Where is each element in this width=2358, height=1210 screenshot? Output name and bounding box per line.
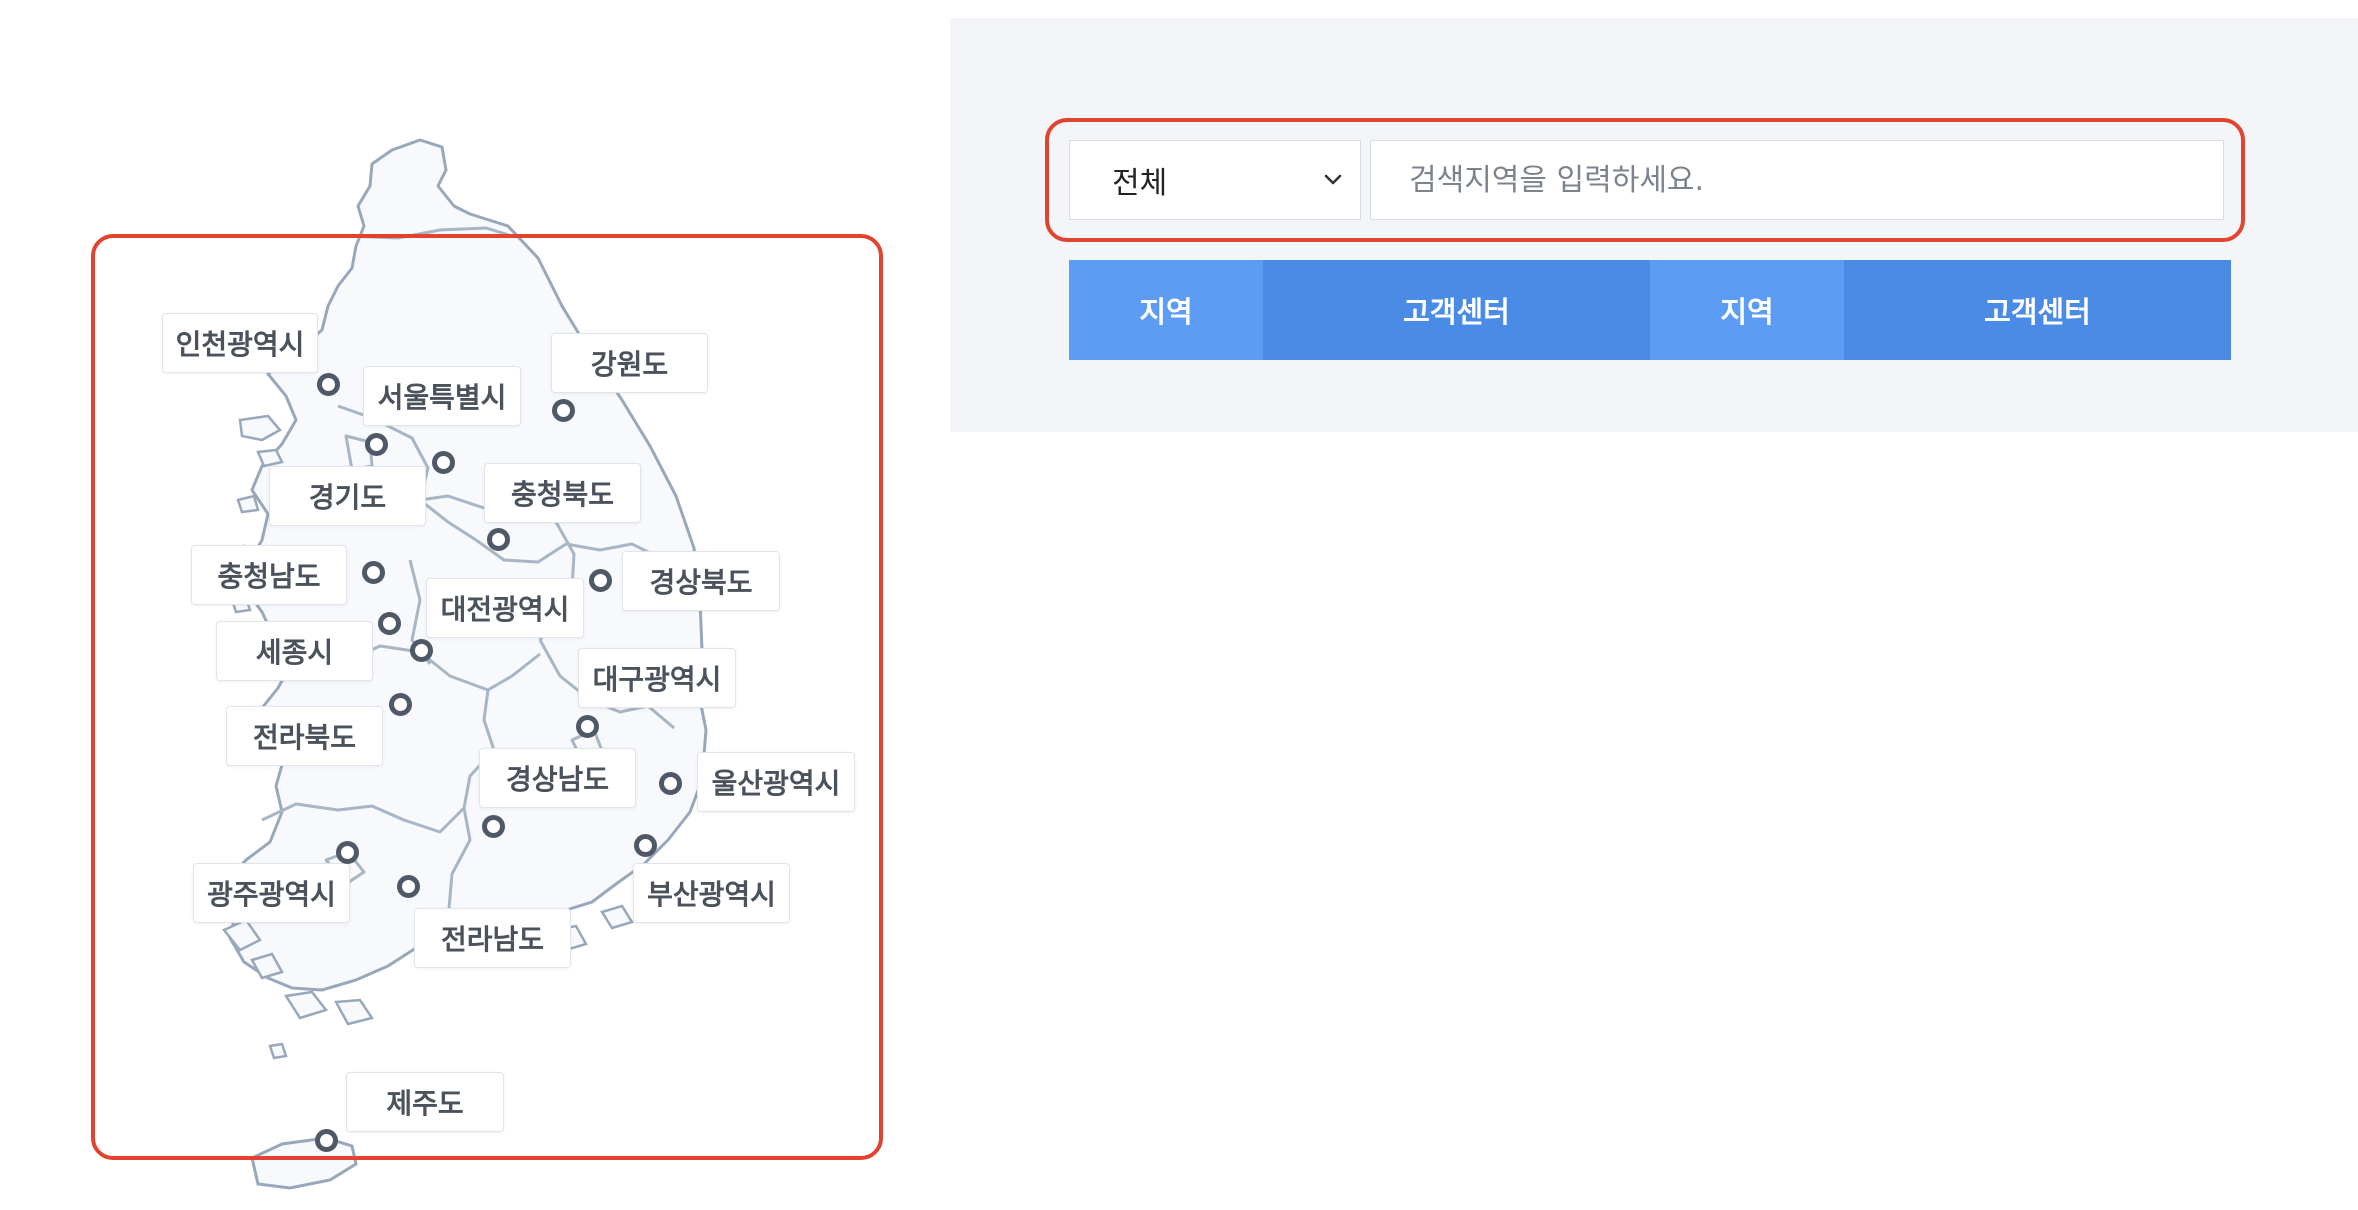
region-label-gyeonggi[interactable]: 경기도 bbox=[269, 466, 426, 526]
pin-gwangju-icon[interactable] bbox=[336, 841, 359, 864]
chevron-down-icon bbox=[1324, 174, 1342, 185]
region-label-gwangju[interactable]: 광주광역시 bbox=[193, 863, 350, 923]
region-select-value: 전체 bbox=[1112, 166, 1168, 201]
region-label-busan[interactable]: 부산광역시 bbox=[633, 863, 790, 923]
page: 인천광역시 서울특별시 강원도 경기도 충청북도 충청남도 대전광역시 경상북도… bbox=[0, 0, 2358, 1210]
region-select[interactable]: 전체 bbox=[1069, 140, 1361, 220]
pin-chungnam-icon[interactable] bbox=[362, 561, 385, 584]
region-label-jeonnam[interactable]: 전라남도 bbox=[414, 908, 571, 968]
region-label-ulsan[interactable]: 울산광역시 bbox=[697, 752, 855, 812]
region-label-daegu[interactable]: 대구광역시 bbox=[578, 648, 736, 708]
pin-jeonnam-icon[interactable] bbox=[397, 875, 420, 898]
pin-daejeon-icon[interactable] bbox=[410, 639, 433, 662]
korea-map: 인천광역시 서울특별시 강원도 경기도 충청북도 충청남도 대전광역시 경상북도… bbox=[0, 0, 940, 1210]
header-service-center-2: 고객센터 bbox=[1844, 260, 2231, 360]
pin-gyeongbuk-icon[interactable] bbox=[589, 569, 612, 592]
header-service-center-1: 고객센터 bbox=[1263, 260, 1650, 360]
pin-daegu-icon[interactable] bbox=[576, 715, 599, 738]
pin-sejong-icon[interactable] bbox=[378, 612, 401, 635]
region-label-gyeongbuk[interactable]: 경상북도 bbox=[622, 551, 780, 611]
pin-jeonbuk-icon[interactable] bbox=[389, 693, 412, 716]
pin-busan-icon[interactable] bbox=[634, 834, 657, 857]
region-label-sejong[interactable]: 세종시 bbox=[216, 621, 373, 681]
pin-gyeonggi-icon[interactable] bbox=[432, 451, 455, 474]
region-label-jeju[interactable]: 제주도 bbox=[346, 1072, 504, 1132]
region-label-seoul[interactable]: 서울특별시 bbox=[363, 366, 521, 426]
table-header: 지역 고객센터 지역 고객센터 bbox=[1069, 260, 2231, 360]
region-label-chungnam[interactable]: 충청남도 bbox=[191, 545, 347, 605]
region-label-daejeon[interactable]: 대전광역시 bbox=[426, 578, 584, 638]
pin-gyeongnam-icon[interactable] bbox=[482, 815, 505, 838]
pin-gangwon-icon[interactable] bbox=[552, 399, 575, 422]
pin-ulsan-icon[interactable] bbox=[659, 772, 682, 795]
region-label-gyeongnam[interactable]: 경상남도 bbox=[479, 748, 636, 808]
pin-chungbuk-icon[interactable] bbox=[487, 528, 510, 551]
search-input[interactable] bbox=[1370, 140, 2224, 220]
header-region-1: 지역 bbox=[1069, 260, 1263, 360]
region-label-gangwon[interactable]: 강원도 bbox=[551, 333, 708, 393]
region-label-chungbuk[interactable]: 충청북도 bbox=[484, 463, 641, 523]
pin-incheon-icon[interactable] bbox=[317, 373, 340, 396]
pin-seoul-icon[interactable] bbox=[365, 433, 388, 456]
header-region-2: 지역 bbox=[1650, 260, 1844, 360]
region-label-jeonbuk[interactable]: 전라북도 bbox=[226, 706, 383, 766]
pin-jeju-icon[interactable] bbox=[315, 1129, 338, 1152]
region-label-incheon[interactable]: 인천광역시 bbox=[162, 313, 318, 373]
